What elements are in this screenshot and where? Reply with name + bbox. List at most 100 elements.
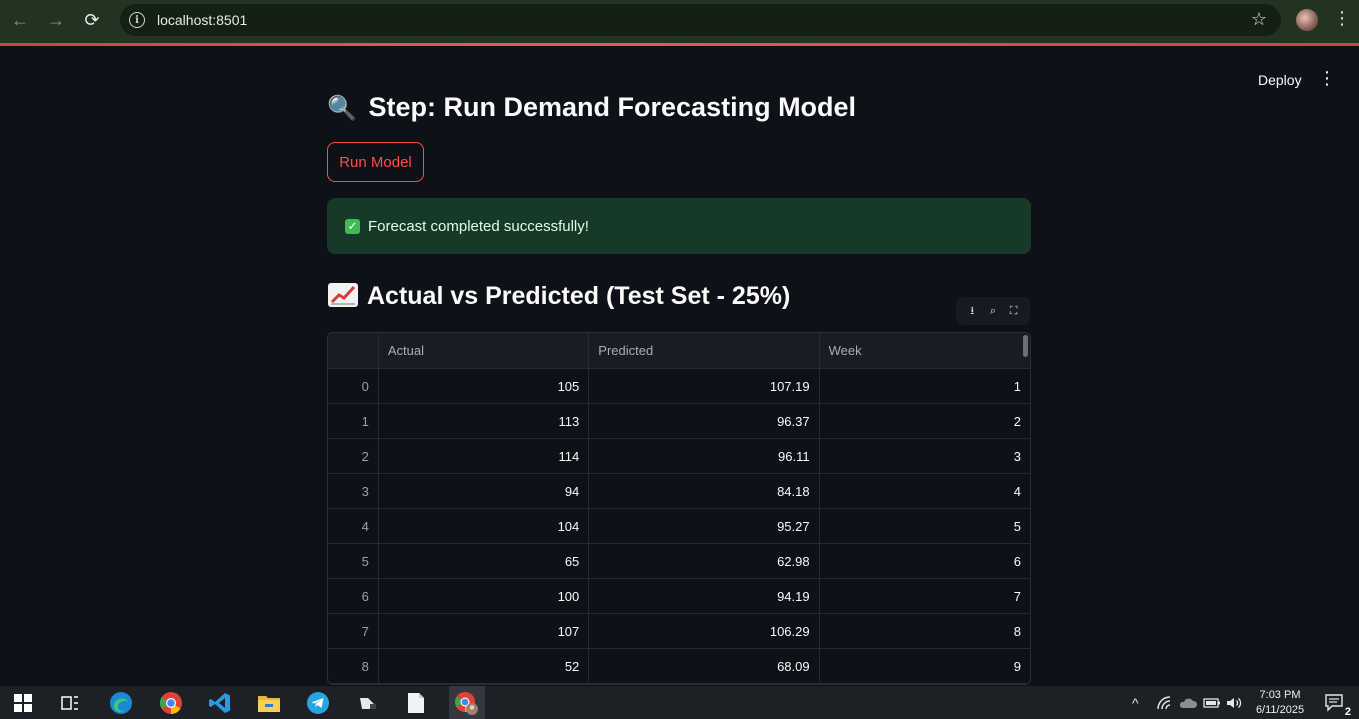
week-cell[interactable]: 3 [820,439,1030,473]
site-info-icon[interactable]: i [129,12,145,28]
column-header-index[interactable] [328,333,379,368]
reload-button[interactable]: ⟳ [74,2,110,38]
row-index[interactable]: 7 [328,614,379,648]
app-menu-icon[interactable]: ⋮ [1318,68,1336,89]
chrome-profile-icon[interactable] [453,690,479,716]
row-index[interactable]: 0 [328,369,379,403]
column-header-actual[interactable]: Actual [379,333,590,368]
column-header-week[interactable]: Week [820,333,1030,368]
actual-cell[interactable]: 105 [379,369,590,403]
task-view-icon[interactable] [57,690,83,716]
forward-button[interactable]: → [38,2,74,38]
predicted-cell[interactable]: 68.09 [589,649,820,683]
run-model-button[interactable]: Run Model [327,142,424,182]
address-bar[interactable]: i localhost:8501 ☆ [120,4,1281,36]
row-index[interactable]: 5 [328,544,379,578]
success-message: Forecast completed successfully! [368,217,589,235]
predicted-cell[interactable]: 84.18 [589,474,820,508]
profile-avatar[interactable] [1296,9,1318,31]
row-index[interactable]: 2 [328,439,379,473]
table-header: Actual Predicted Week [328,333,1030,369]
chrome-icon[interactable] [158,690,184,716]
url-text[interactable]: localhost:8501 [157,12,247,28]
results-table[interactable]: Actual Predicted Week 0 105 107.19 1 1 113 96.… [327,332,1031,685]
taskbar: ^ 7:03 PM 6/11/2025 2 [0,686,1359,719]
table-row[interactable]: 7 107 106.29 8 [328,614,1030,649]
fullscreen-icon[interactable]: ⛶ [1006,305,1022,318]
predicted-cell[interactable]: 94.19 [589,579,820,613]
browser-menu-icon[interactable]: ⋮ [1333,8,1351,29]
actual-cell[interactable]: 94 [379,474,590,508]
week-cell[interactable]: 4 [820,474,1030,508]
browser-toolbar: ← → ⟳ i localhost:8501 ☆ ⋮ [0,0,1359,44]
notification-count: 2 [1343,706,1352,718]
predicted-cell[interactable]: 96.11 [589,439,820,473]
dataframe-toolbar: ⭳ ⌕ ⛶ [956,297,1030,325]
table-row[interactable]: 8 52 68.09 9 [328,649,1030,684]
actual-cell[interactable]: 107 [379,614,590,648]
predicted-cell[interactable]: 107.19 [589,369,820,403]
column-header-predicted[interactable]: Predicted [589,333,820,368]
clock-date: 6/11/2025 [1255,704,1305,716]
row-index[interactable]: 8 [328,649,379,683]
edge-browser-icon[interactable] [108,690,134,716]
step-heading: 🔍 Step: Run Demand Forecasting Model [327,92,856,123]
actual-cell[interactable]: 104 [379,509,590,543]
week-cell[interactable]: 6 [820,544,1030,578]
table-row[interactable]: 1 113 96.37 2 [328,404,1030,439]
row-index[interactable]: 3 [328,474,379,508]
back-button[interactable]: ← [2,2,38,38]
table-row[interactable]: 0 105 107.19 1 [328,369,1030,404]
table-row[interactable]: 3 94 84.18 4 [328,474,1030,509]
clock-time: 7:03 PM [1259,689,1301,701]
bookmark-star-icon[interactable]: ☆ [1251,9,1267,30]
vscode-icon[interactable] [207,690,233,716]
tray-chevron-icon[interactable]: ^ [1132,695,1139,711]
row-index[interactable]: 1 [328,404,379,438]
week-cell[interactable]: 5 [820,509,1030,543]
document-icon[interactable] [403,690,429,716]
notification-center-icon[interactable]: 2 [1322,690,1352,718]
table-row[interactable]: 5 65 62.98 6 [328,544,1030,579]
actual-cell[interactable]: 52 [379,649,590,683]
table-row[interactable]: 2 114 96.11 3 [328,439,1030,474]
week-cell[interactable]: 7 [820,579,1030,613]
app-window-icon[interactable] [355,690,381,716]
onedrive-cloud-icon[interactable] [1175,690,1201,716]
table-body: 0 105 107.19 1 1 113 96.37 2 2 114 96.11 3 3 94 84.18 4… [328,369,1030,684]
week-cell[interactable]: 8 [820,614,1030,648]
predicted-cell[interactable]: 106.29 [589,614,820,648]
windows-start-icon[interactable] [10,690,36,716]
row-index[interactable]: 4 [328,509,379,543]
week-cell[interactable]: 2 [820,404,1030,438]
week-cell[interactable]: 1 [820,369,1030,403]
row-index[interactable]: 6 [328,579,379,613]
telegram-icon[interactable] [305,690,331,716]
table-scrollbar[interactable] [1023,335,1028,357]
actual-cell[interactable]: 113 [379,404,590,438]
actual-cell[interactable]: 114 [379,439,590,473]
actual-cell[interactable]: 65 [379,544,590,578]
reload-icon: ⟳ [84,9,100,30]
predicted-cell[interactable]: 62.98 [589,544,820,578]
step-heading-text: Step: Run Demand Forecasting Model [368,92,857,122]
app-viewport: Deploy ⋮ 🔍 Step: Run Demand Forecasting … [0,46,1359,686]
week-cell[interactable]: 9 [820,649,1030,683]
deploy-button[interactable]: Deploy [1248,70,1312,90]
table-row[interactable]: 4 104 95.27 5 [328,509,1030,544]
predicted-cell[interactable]: 95.27 [589,509,820,543]
results-heading: Actual vs Predicted (Test Set - 25%) [327,282,790,311]
chart-increasing-icon [328,283,358,307]
arrow-right-icon: → [47,9,65,30]
system-clock[interactable]: 7:03 PM 6/11/2025 [1252,688,1308,718]
search-icon[interactable]: ⌕ [985,305,1001,318]
predicted-cell[interactable]: 96.37 [589,404,820,438]
table-row[interactable]: 6 100 94.19 7 [328,579,1030,614]
success-alert: ✓ Forecast completed successfully! [327,198,1031,254]
file-explorer-icon[interactable] [256,690,282,716]
actual-cell[interactable]: 100 [379,579,590,613]
magnifier-icon: 🔍 [327,95,357,122]
volume-icon[interactable] [1221,690,1247,716]
results-heading-text: Actual vs Predicted (Test Set - 25%) [367,282,791,310]
download-icon[interactable]: ⭳ [964,302,980,321]
